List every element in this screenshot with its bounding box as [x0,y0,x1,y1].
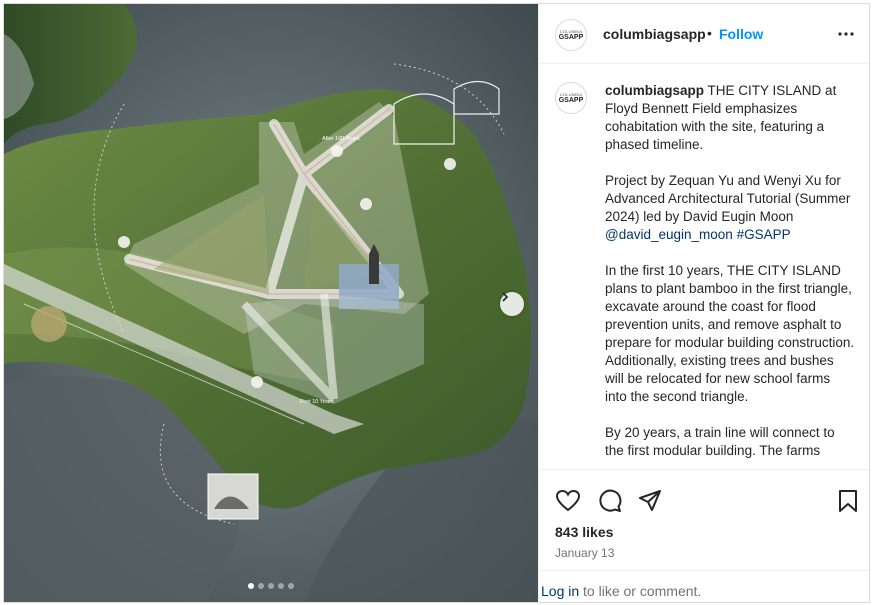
caption-text: Project by Zequan Yu and Wenyi Xu for Ad… [605,173,851,224]
more-icon[interactable] [836,26,856,42]
carousel-dot [258,583,264,589]
caption-avatar[interactable]: COLUMBIA GSAPP [555,82,587,114]
caption-paragraph: In the first 10 years, THE CITY ISLAND p… [605,262,855,406]
likes-count[interactable]: 843 likes [555,524,613,540]
post-caption: columbiagsapp THE CITY ISLAND at Floyd B… [605,82,855,469]
caption-username[interactable]: columbiagsapp [605,83,704,98]
hashtag-link[interactable]: #GSAPP [737,227,791,242]
post-container: After 100 Years First 10 Years COLUMBIA … [3,3,870,603]
caption-text: By 20 years, a train line will connect t… [605,425,835,458]
comment-icon[interactable] [596,488,622,514]
username-link[interactable]: columbiagsapp [603,26,706,42]
caption-section: COLUMBIA GSAPP columbiagsapp THE CITY IS… [539,64,869,469]
action-bar [539,469,869,529]
login-link[interactable]: Log in [541,583,579,599]
post-image[interactable]: After 100 Years First 10 Years [4,4,538,602]
label-first-10-years: First 10 Years [300,399,334,405]
label-after-100-years: After 100 Years [322,136,360,142]
caption-paragraph: columbiagsapp THE CITY ISLAND at Floyd B… [605,82,855,154]
bookmark-icon[interactable] [835,488,861,514]
login-prompt-text: to like or comment. [579,583,702,599]
avatar-bottom-text: GSAPP [558,33,584,41]
carousel-dot [278,583,284,589]
follow-button[interactable]: Follow [719,26,763,42]
carousel-dot [268,583,274,589]
share-icon[interactable] [637,488,663,514]
heart-icon[interactable] [555,488,581,514]
carousel-indicator [4,583,538,589]
chevron-right-icon [502,292,509,302]
caption-paragraph: By 20 years, a train line will connect t… [605,424,855,460]
post-sidebar: COLUMBIA GSAPP columbiagsapp • Follow CO… [538,4,869,602]
separator-bullet: • [707,25,712,41]
site-plan-illustration: After 100 Years First 10 Years [4,4,538,602]
avatar-bottom-text: GSAPP [558,96,584,104]
mention-link[interactable]: @david_eugin_moon [605,227,733,242]
caption-paragraph: Project by Zequan Yu and Wenyi Xu for Ad… [605,172,855,244]
post-date[interactable]: January 13 [555,546,614,560]
avatar[interactable]: COLUMBIA GSAPP [555,19,587,51]
carousel-dot [248,583,254,589]
post-header: COLUMBIA GSAPP columbiagsapp • Follow [539,4,869,64]
login-prompt: Log in to like or comment. [539,570,869,602]
next-image-button[interactable] [500,292,524,316]
carousel-dot [288,583,294,589]
caption-text: In the first 10 years, THE CITY ISLAND p… [605,263,855,404]
